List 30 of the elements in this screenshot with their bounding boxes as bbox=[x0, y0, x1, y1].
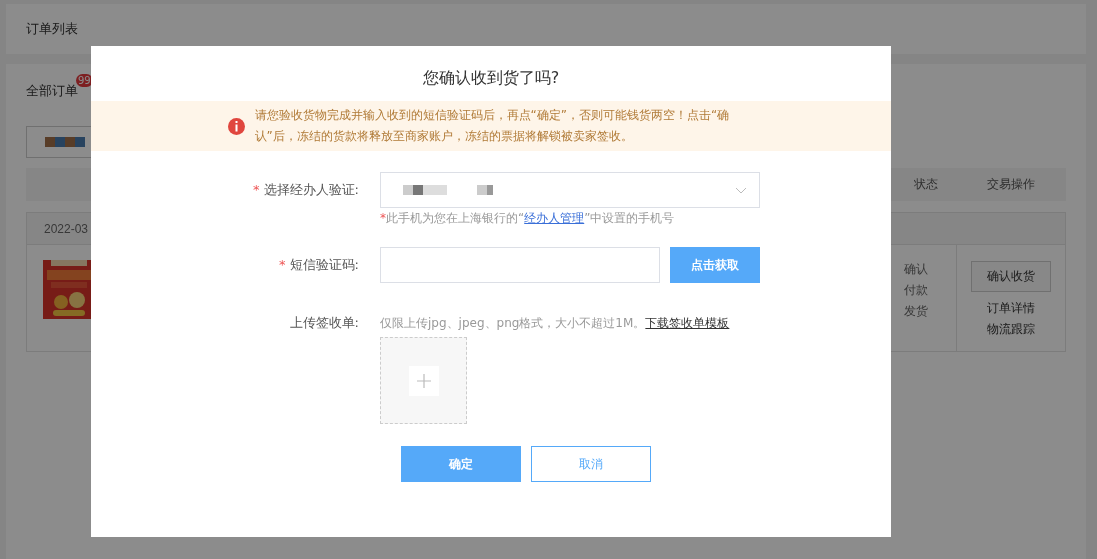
field-label: 上传签收单: bbox=[288, 314, 360, 332]
status-text: 付款 bbox=[904, 282, 929, 299]
page-title: 订单列表 bbox=[26, 20, 78, 38]
masked-text-icon bbox=[45, 137, 85, 147]
template-link[interactable]: 下载签收单模板 bbox=[645, 316, 730, 330]
field-label: * 选择经办人验证: bbox=[252, 181, 360, 199]
manager-link[interactable]: 经办人管理 bbox=[524, 211, 585, 225]
field-label: * 短信验证码: bbox=[278, 256, 360, 274]
cancel-button[interactable]: 取消 bbox=[531, 446, 651, 482]
handler-select[interactable] bbox=[380, 172, 760, 208]
confirm-receipt-button[interactable]: 确认收货 bbox=[971, 261, 1051, 292]
status-text: 确认 bbox=[904, 261, 929, 278]
upload-area[interactable] bbox=[380, 337, 467, 424]
hint-text: *此手机为您在上海银行的“经办人管理”中设置的手机号 bbox=[380, 210, 676, 227]
column-header: 交易操作 bbox=[987, 176, 1035, 193]
code-input[interactable] bbox=[380, 247, 660, 283]
dialog-title: 您确认收到货了吗? bbox=[422, 68, 560, 89]
order-date: 2022-03 bbox=[44, 221, 89, 236]
column-header: 状态 bbox=[914, 176, 938, 193]
info-icon bbox=[227, 117, 245, 135]
status-text: 发货 bbox=[904, 303, 929, 320]
tab-label[interactable]: 全部订单 bbox=[26, 82, 78, 100]
plus-icon bbox=[408, 365, 439, 396]
chevron-down-icon bbox=[735, 186, 747, 194]
order-link[interactable]: 订单详情 bbox=[987, 300, 1035, 317]
masked-text-icon bbox=[403, 185, 493, 195]
warning-text: 请您验收货物完成并输入收到的短信验证码后，再点“确定”，否则可能钱货两空！点击“确认”后，冻结的货款将释放至商家账户，冻结的票据将解锁被卖家签收。 bbox=[254, 107, 731, 145]
upload-hint: 仅限上传jpg、jpeg、png格式，大小不超过1M。下载签收单模板 bbox=[380, 315, 730, 332]
count-badge: 99 bbox=[76, 74, 93, 87]
order-link[interactable]: 物流跟踪 bbox=[987, 321, 1035, 338]
